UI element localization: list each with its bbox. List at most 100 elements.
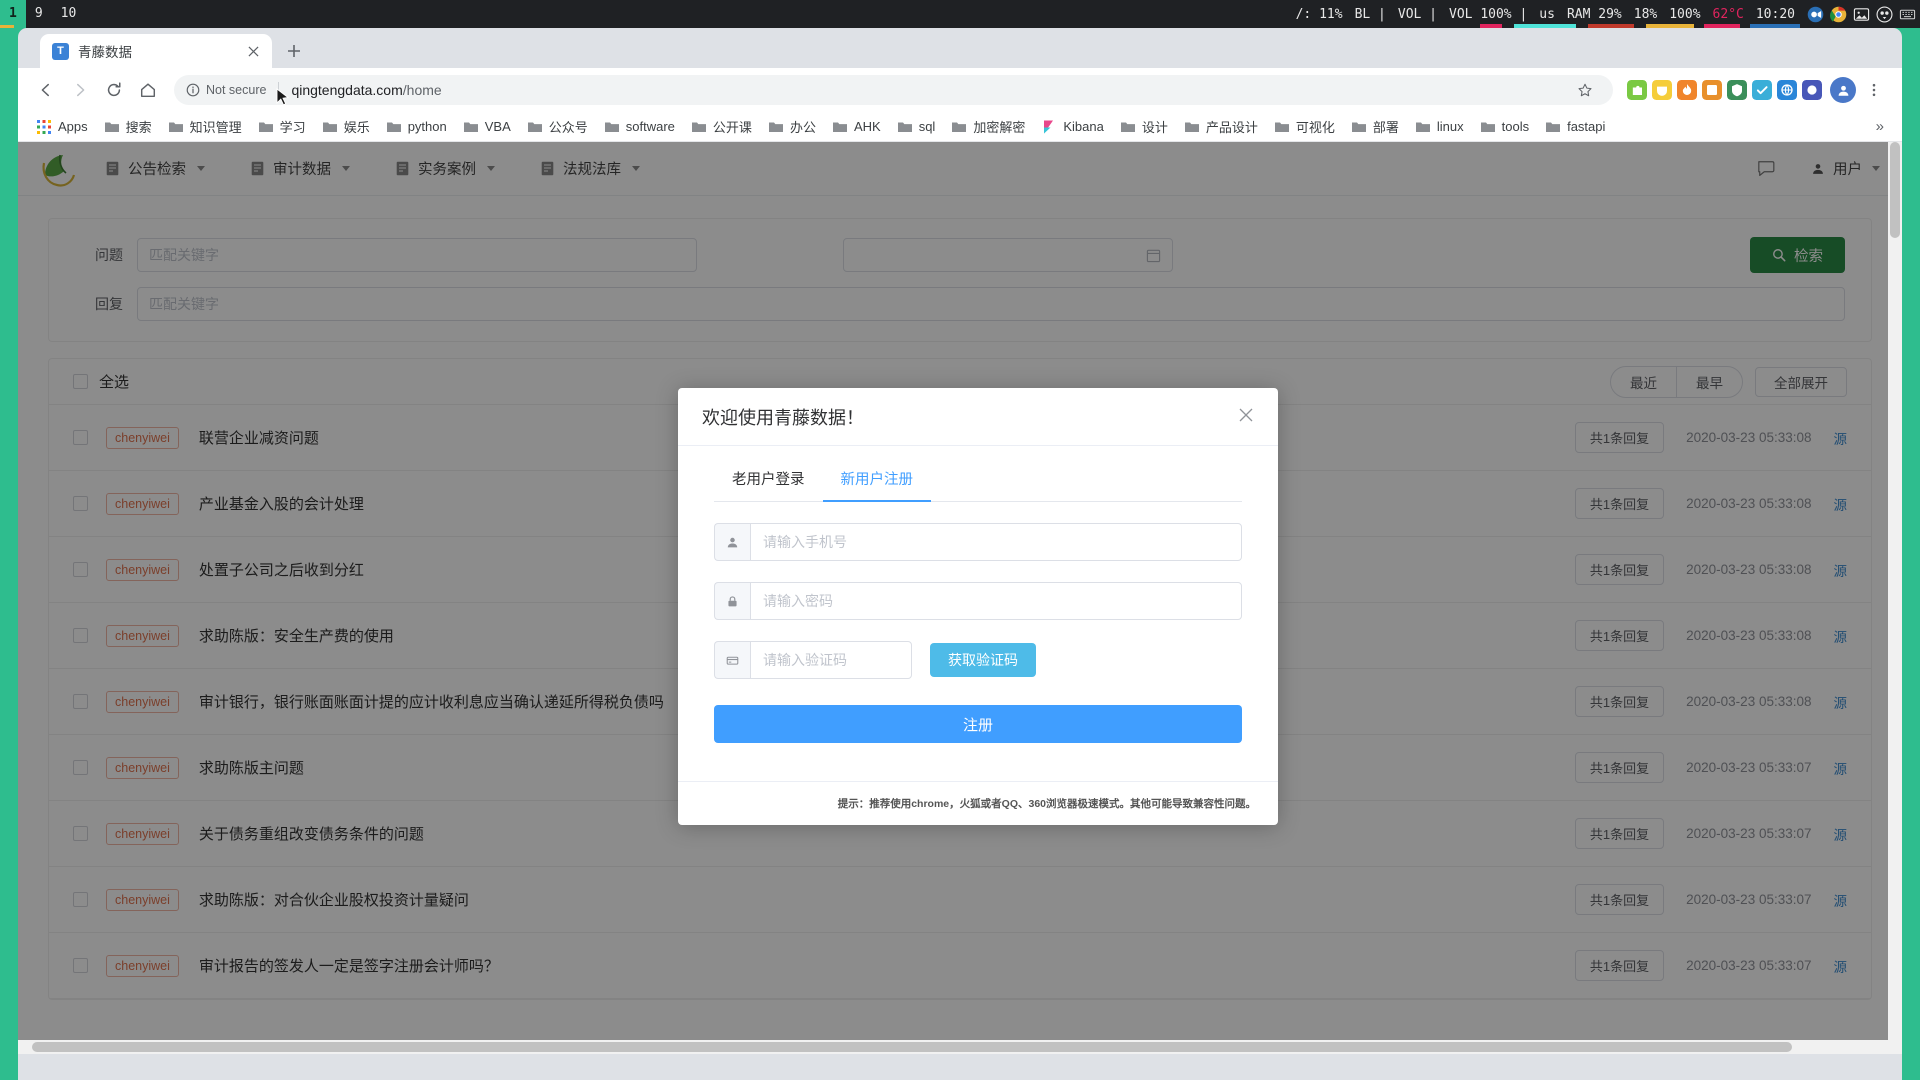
bookmark-yule[interactable]: 娱乐 <box>314 114 378 139</box>
kibana-icon <box>1044 120 1054 133</box>
workspace-1[interactable]: 1 <box>0 0 26 28</box>
info-icon <box>186 83 200 97</box>
url-text: qingtengdata.com/home <box>291 82 441 98</box>
chrome-menu-icon[interactable] <box>1858 74 1890 106</box>
browser-tab[interactable]: T 青藤数据 <box>40 34 272 68</box>
bookmark-ahk[interactable]: AHK <box>824 116 889 138</box>
extensions-row <box>1623 80 1822 100</box>
close-icon[interactable] <box>1238 407 1254 427</box>
get-code-button[interactable]: 获取验证码 <box>930 643 1036 677</box>
extension-check-icon[interactable] <box>1752 80 1772 100</box>
bookmark-vba[interactable]: VBA <box>455 116 519 138</box>
bookmark-linux[interactable]: linux <box>1407 116 1472 138</box>
bookmark-bushu[interactable]: 部署 <box>1343 114 1407 139</box>
owl-icon[interactable] <box>1876 5 1893 23</box>
keyboard-layout-indicator: us <box>1539 6 1555 22</box>
tab-close-icon[interactable] <box>244 42 262 60</box>
bookmark-gongzhonghao[interactable]: 公众号 <box>519 114 596 139</box>
extension-shield-icon[interactable] <box>1727 80 1747 100</box>
bookmark-bangong[interactable]: 办公 <box>760 114 824 139</box>
tab-favicon: T <box>52 42 69 60</box>
modal-title: 欢迎使用青藤数据！ <box>702 407 864 428</box>
address-bar[interactable]: Not secure qingtengdata.com/home <box>174 75 1613 105</box>
workspace-10[interactable]: 10 <box>52 0 86 28</box>
modal-footer: 提示：推荐使用chrome，火狐或者QQ、360浏览器极速模式。其他可能导致兼容… <box>678 781 1278 825</box>
bookmark-sql[interactable]: sql <box>889 116 944 138</box>
backlight-indicator: BL | <box>1354 6 1386 22</box>
url-host: qingtengdata.com <box>291 82 403 98</box>
folder-icon <box>168 122 183 132</box>
workspace-9[interactable]: 9 <box>26 0 52 28</box>
code-input[interactable]: 请输入验证码 <box>750 641 912 679</box>
forward-icon[interactable] <box>64 74 96 106</box>
tab-existing-user-login[interactable]: 老用户登录 <box>714 468 823 501</box>
chrome-icon[interactable] <box>1830 6 1847 23</box>
lock-icon <box>714 582 750 620</box>
card-icon <box>714 641 750 679</box>
system-tray <box>1801 5 1916 23</box>
bookmark-xuexi[interactable]: 学习 <box>250 114 314 139</box>
register-submit-button[interactable]: 注册 <box>714 705 1242 743</box>
bookmark-tools[interactable]: tools <box>1472 116 1537 138</box>
new-tab-button[interactable] <box>280 37 308 65</box>
hscrollbar-thumb[interactable] <box>32 1042 1792 1052</box>
folder-icon <box>768 122 783 132</box>
user-icon <box>714 523 750 561</box>
bookmark-jiamijiemi[interactable]: 加密解密 <box>943 114 1033 139</box>
bookmark-label: 公开课 <box>712 120 752 135</box>
folder-icon <box>1480 122 1495 132</box>
bookmarks-overflow-button[interactable]: » <box>1868 118 1892 135</box>
browser-toolbar: Not secure qingtengdata.com/home <box>18 68 1902 112</box>
bookmark-gongkaike[interactable]: 公开课 <box>683 114 760 139</box>
image-icon[interactable] <box>1853 6 1870 23</box>
bookmark-label: 搜索 <box>125 120 152 135</box>
back-icon[interactable] <box>30 74 62 106</box>
bookmark-sheji[interactable]: 设计 <box>1112 114 1176 139</box>
folder-icon <box>1274 122 1289 132</box>
phone-field: 请输入手机号 <box>714 523 1242 561</box>
vertical-scrollbar[interactable] <box>1888 142 1902 1054</box>
workspace-accent <box>0 25 14 28</box>
bookmark-keshihua[interactable]: 可视化 <box>1266 114 1343 139</box>
folder-icon <box>952 122 967 132</box>
volume-level-indicator: VOL 100% | <box>1449 6 1528 22</box>
folder-icon <box>258 122 273 132</box>
bookmark-label: 公众号 <box>548 120 588 135</box>
folder-icon <box>691 122 706 132</box>
graph-blocks <box>1480 24 1800 28</box>
horizontal-scrollbar[interactable] <box>18 1040 1902 1054</box>
phone-input[interactable]: 请输入手机号 <box>750 523 1242 561</box>
apps-grid-icon <box>37 119 51 134</box>
bookmark-label: VBA <box>484 119 511 134</box>
bookmark-software[interactable]: software <box>596 116 683 138</box>
bookmark-python[interactable]: python <box>378 116 455 138</box>
reload-icon[interactable] <box>98 74 130 106</box>
clock: 10:20 <box>1755 6 1795 22</box>
bookmark-chanpinsheji[interactable]: 产品设计 <box>1176 114 1266 139</box>
extension-globe-icon[interactable] <box>1777 80 1797 100</box>
extension-circle-icon[interactable] <box>1802 80 1822 100</box>
extension-pocket-icon[interactable] <box>1652 80 1672 100</box>
bookmark-label: 学习 <box>279 120 306 135</box>
keyboard-icon[interactable] <box>1899 6 1916 23</box>
password-input[interactable]: 请输入密码 <box>750 582 1242 620</box>
tab-new-user-register[interactable]: 新用户注册 <box>822 468 932 502</box>
bookmark-sousuo[interactable]: 搜索 <box>96 114 160 139</box>
bookmark-label: software <box>625 119 675 134</box>
password-placeholder: 请输入密码 <box>763 593 833 609</box>
profile-avatar[interactable] <box>1830 77 1856 103</box>
bookmark-zhishiguanli[interactable]: 知识管理 <box>160 114 250 139</box>
modal-header: 欢迎使用青藤数据！ <box>678 388 1278 446</box>
bookmark-star-icon[interactable] <box>1569 74 1601 106</box>
bookmark-apps[interactable]: Apps <box>28 116 96 138</box>
bookmark-fastapi[interactable]: fastapi <box>1537 116 1613 138</box>
extension-fire-icon[interactable] <box>1677 80 1697 100</box>
extension-puzzle-icon[interactable] <box>1627 80 1647 100</box>
bookmark-kibana[interactable]: Kibana <box>1033 116 1111 138</box>
page-content: 公告检索 审计数据 实务案例 法规法库 用户 问题 匹配关键字 检索 回复 匹配… <box>18 142 1902 1054</box>
scrollbar-thumb[interactable] <box>1890 142 1900 238</box>
home-icon[interactable] <box>132 74 164 106</box>
camera-icon[interactable] <box>1807 6 1824 23</box>
security-status[interactable]: Not secure <box>186 83 266 97</box>
extension-note-icon[interactable] <box>1702 80 1722 100</box>
